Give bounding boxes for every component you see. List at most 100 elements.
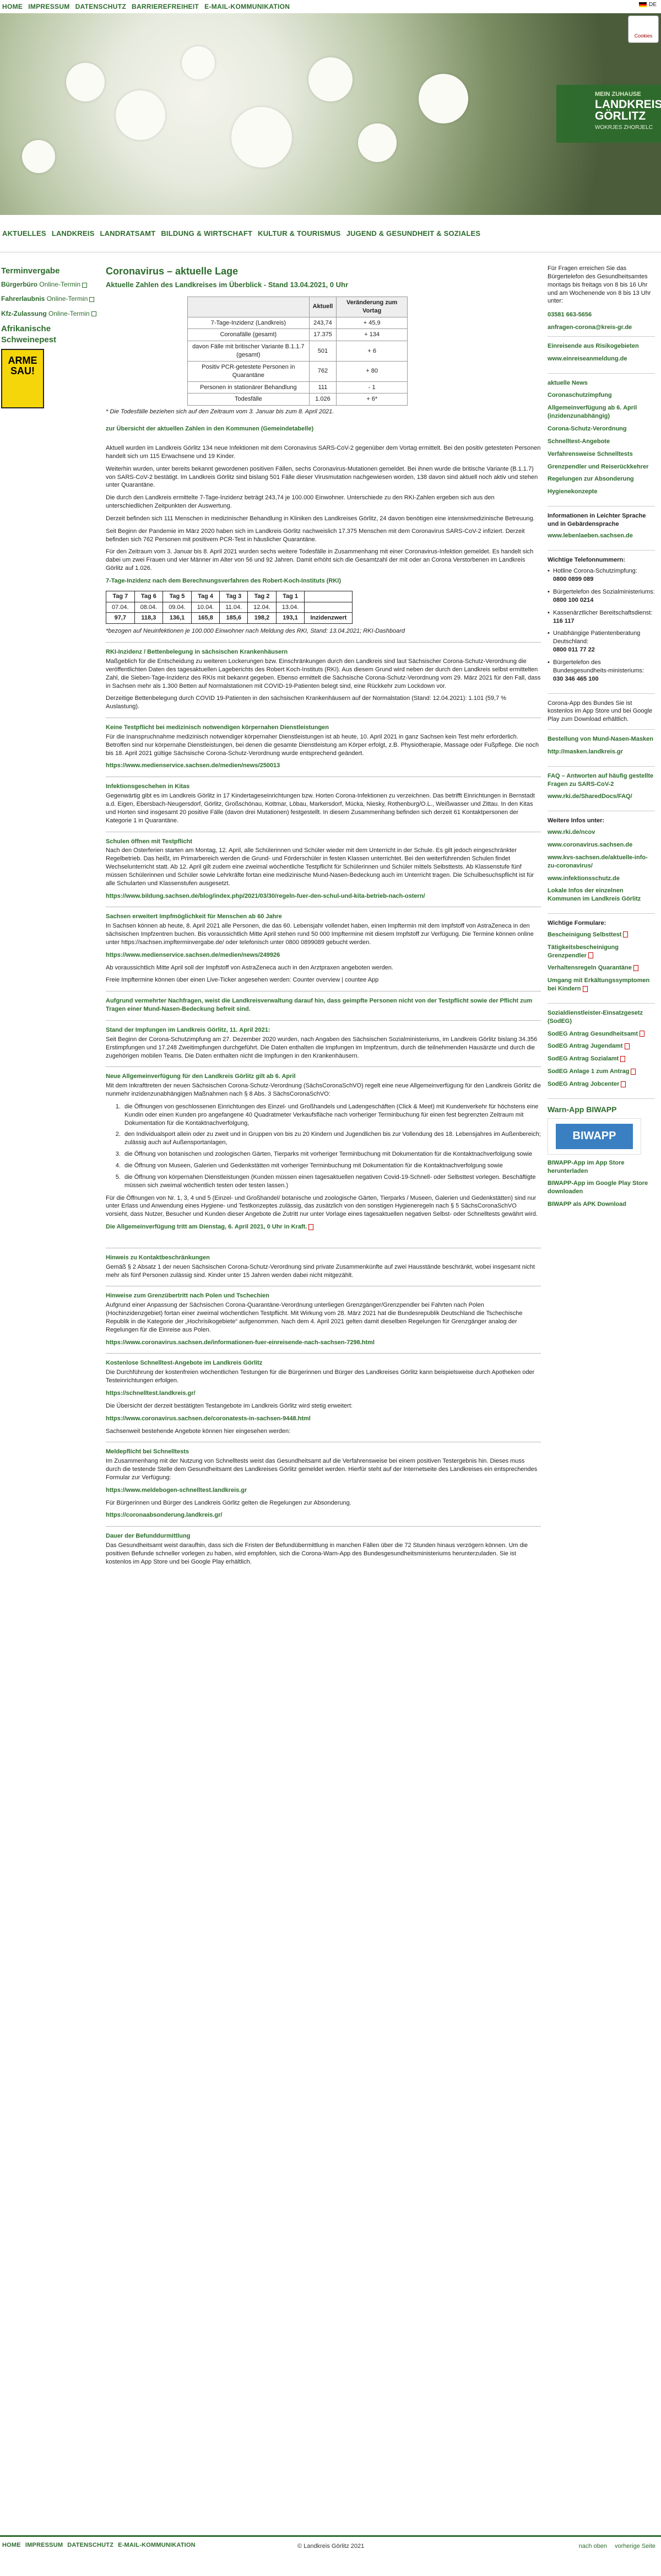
sodeg-link[interactable]: SodEG Antrag Gesundheitsamt bbox=[548, 1030, 655, 1038]
sodeg-link[interactable]: SodEG Antrag Sozialamt bbox=[548, 1055, 655, 1063]
sidebar-link[interactable]: Grenzpendler und Reiserückkehrer bbox=[548, 463, 655, 471]
arme-sau-banner[interactable]: ARME SAU! bbox=[1, 349, 44, 409]
inzidenz-cell: Tag 7 bbox=[106, 590, 135, 602]
table-cell: 111 bbox=[308, 381, 337, 394]
nav-jugend[interactable]: JUGEND & GESUNDHEIT & SOZIALES bbox=[346, 229, 481, 239]
nav-landkreis[interactable]: LANDKREIS bbox=[52, 229, 95, 239]
nav-bildung[interactable]: BILDUNG & WIRTSCHAFT bbox=[161, 229, 252, 239]
news-link[interactable]: https://www.coronavirus.sachsen.de/infor… bbox=[106, 1339, 375, 1346]
sidebar-link[interactable]: aktuelle News bbox=[548, 379, 655, 387]
inzidenz-cell: 13.04. bbox=[275, 601, 305, 613]
top-link-impressum[interactable]: IMPRESSUM bbox=[28, 2, 69, 11]
nav-kultur[interactable]: KULTUR & TOURISMUS bbox=[258, 229, 340, 239]
sodeg-link[interactable]: SodEG Antrag Jugendamt bbox=[548, 1042, 655, 1050]
language-selector[interactable]: DE bbox=[639, 1, 657, 9]
faq-link[interactable]: www.rki.de/SharedDocs/FAQ/ bbox=[548, 793, 655, 801]
form-link[interactable]: Bescheinigung Selbsttest bbox=[548, 931, 655, 939]
sodeg-link[interactable]: SodEG Anlage 1 zum Antrag bbox=[548, 1068, 655, 1076]
news-link[interactable]: https://www.medienservice.sachsen.de/med… bbox=[106, 952, 280, 958]
risk-link[interactable]: www.einreiseanmeldung.de bbox=[548, 355, 655, 363]
hotline-mail[interactable]: anfragen-corona@kreis-gr.de bbox=[548, 324, 655, 332]
sidebar-link[interactable]: Regelungen zur Absonderung bbox=[548, 475, 655, 483]
form-link[interactable]: Umgang mit Erkältungssymptomen bei Kinde… bbox=[548, 977, 655, 993]
info-link[interactable]: www.kvs-sachsen.de/aktuelle-info-zu-coro… bbox=[548, 854, 655, 870]
sidebar-link[interactable]: Hygienekonzepte bbox=[548, 488, 655, 496]
previous-page-link[interactable]: vorherige Seite bbox=[615, 2542, 655, 2551]
phone-number[interactable]: 0800 0899 089 bbox=[553, 576, 593, 583]
blossom-image bbox=[182, 46, 215, 79]
phone-number[interactable]: 0800 011 77 22 bbox=[553, 646, 595, 653]
sidebar-link[interactable]: Corona-Schutz-Verordnung bbox=[548, 425, 655, 433]
info-link[interactable]: www.lebenlaeben.sachsen.de bbox=[548, 532, 655, 540]
inzidenz-title: 7-Tage-Inzidenz nach dem Berechnungsverf… bbox=[106, 577, 342, 584]
top-link-barrierefreiheit[interactable]: BARRIEREFREIHEIT bbox=[132, 2, 199, 11]
news-link[interactable]: https://schnelltest.landkreis.gr/ bbox=[106, 1390, 196, 1397]
nav-landratsamt[interactable]: LANDRATSAMT bbox=[100, 229, 155, 239]
sidebar-link[interactable]: Allgemeinverfügung ab 6. April (inzidenz… bbox=[548, 404, 655, 421]
termin-fahrerlaubnis[interactable]: Fahrerlaubnis Online-Termin bbox=[1, 294, 97, 303]
footer-link-home[interactable]: HOME bbox=[2, 2541, 21, 2550]
sodeg-link[interactable]: SodEG Antrag Jobcenter bbox=[548, 1080, 655, 1088]
phone-number[interactable]: 116 117 bbox=[553, 618, 575, 624]
sidebar-link[interactable]: Schnelltest-Angebote bbox=[548, 438, 655, 446]
termin-buergerbuero[interactable]: Bürgerbüro Online-Termin bbox=[1, 280, 97, 289]
top-link-datenschutz[interactable]: DATENSCHUTZ bbox=[75, 2, 126, 11]
biwapp-link[interactable]: BIWAPP-App im App Store herunterladen bbox=[548, 1159, 655, 1176]
news-link[interactable]: https://www.bildung.sachsen.de/blog/inde… bbox=[106, 893, 425, 899]
landkreis-logo[interactable]: MEIN ZUHAUSE LANDKREIS GÖRLITZ WOKRJES Z… bbox=[556, 85, 661, 143]
list-item: die Öffnung von botanischen und zoologis… bbox=[122, 1150, 541, 1158]
form-link[interactable]: Tätigkeitsbescheinigung Grenzpendler bbox=[548, 944, 655, 960]
termin-kfz[interactable]: Kfz-Zulassung Online-Termin bbox=[1, 309, 97, 318]
info-link[interactable]: Lokale Infos der einzelnen Kommunen im L… bbox=[548, 887, 655, 903]
corona-numbers-table: Aktuell Veränderung zum Vortag 7-Tage-Inz… bbox=[187, 296, 408, 406]
allgemeinverfuegung-link[interactable]: Die Allgemeinverfügung tritt am Dienstag… bbox=[106, 1224, 307, 1230]
inzidenz-cell: 97,7 bbox=[106, 612, 135, 624]
top-link-home[interactable]: HOME bbox=[2, 2, 23, 11]
hotline-phone[interactable]: 03581 663-5656 bbox=[548, 311, 655, 319]
news-heading: Infektionsgeschehen in Kitas bbox=[106, 783, 190, 790]
footer-link-email[interactable]: E-MAIL-KOMMUNIKATION bbox=[118, 2541, 196, 2550]
news-block: Dauer der Befunddurmittlung Das Gesundhei… bbox=[106, 1526, 541, 1566]
gemeinde-table-link[interactable]: zur Übersicht der aktuellen Zahlen in de… bbox=[106, 425, 313, 432]
phone-label: Bürgertelefon des Sozialministeriums: bbox=[553, 589, 655, 596]
news-link[interactable]: https://coronaabsonderung.landkreis.gr/ bbox=[106, 1512, 222, 1518]
table-cell: + 134 bbox=[336, 328, 408, 342]
table-cell: Todesfälle bbox=[187, 393, 310, 406]
news-link[interactable]: https://www.medienservice.sachsen.de/med… bbox=[106, 762, 280, 769]
footer-link-impressum[interactable]: IMPRESSUM bbox=[25, 2541, 63, 2550]
news-text: Sachsenweit bestehende Angebote können h… bbox=[106, 1427, 291, 1435]
nav-aktuelles[interactable]: AKTUELLES bbox=[2, 229, 46, 239]
news-heading: Meldepflicht bei Schnelltests bbox=[106, 1448, 189, 1456]
sidebar-link[interactable]: Coronaschutzimpfung bbox=[548, 391, 655, 400]
blossom-image bbox=[231, 107, 292, 168]
news-link[interactable]: https://www.meldebogen-schnelltest.landk… bbox=[106, 1487, 247, 1494]
risk-title[interactable]: Einreisende aus Risikogebieten bbox=[548, 342, 655, 351]
news-link[interactable]: https://www.coronavirus.sachsen.de/coron… bbox=[106, 1415, 311, 1422]
phone-number[interactable]: 030 346 465 100 bbox=[553, 676, 599, 682]
top-link-email[interactable]: E-MAIL-KOMMUNIKATION bbox=[204, 2, 290, 11]
info-link[interactable]: www.rki.de/ncov bbox=[548, 828, 655, 837]
paragraph: Seit Beginn der Pandemie im März 2020 ha… bbox=[106, 527, 525, 543]
sodeg-link[interactable]: Sozialdienstleister-Einsatzgesetz (SodEG… bbox=[548, 1009, 655, 1026]
biwapp-logo[interactable]: BIWAPP bbox=[548, 1118, 641, 1155]
info-link[interactable]: www.infektionsschutz.de bbox=[548, 875, 655, 883]
inzidenz-cell bbox=[304, 601, 353, 613]
logo-line-3: GÖRLITZ bbox=[595, 109, 646, 122]
sidebar-link[interactable]: Verfahrensweise Schnelltests bbox=[548, 450, 655, 459]
form-link[interactable]: Verhaltensregeln Quarantäne bbox=[548, 964, 655, 972]
biwapp-link[interactable]: BIWAPP-App im Google Play Store download… bbox=[548, 1179, 655, 1196]
back-to-top-link[interactable]: nach oben bbox=[579, 2542, 607, 2551]
language-label: DE bbox=[649, 2, 657, 8]
numbers-title: Aktuelle Zahlen des Landkreises im Überb… bbox=[106, 281, 349, 289]
cookie-settings-button[interactable]: Cookies bbox=[628, 15, 659, 43]
mund-link[interactable]: http://masken.landkreis.gr bbox=[548, 748, 655, 756]
info-link[interactable]: www.coronavirus.sachsen.de bbox=[548, 841, 655, 849]
app-text: Corona-App des Bundes Sie ist kostenlos … bbox=[548, 699, 653, 723]
mund-title[interactable]: Bestellung von Mund-Nasen-Masken bbox=[548, 735, 655, 743]
inzidenz-cell: 118,3 bbox=[134, 612, 164, 624]
list-item: die Öffnung von Museen, Galerien und Ged… bbox=[122, 1162, 541, 1170]
faq-title[interactable]: FAQ – Antworten auf häufig gestellte Fra… bbox=[548, 772, 655, 789]
biwapp-link[interactable]: BIWAPP als APK Download bbox=[548, 1200, 655, 1209]
footer-link-datenschutz[interactable]: DATENSCHUTZ bbox=[67, 2541, 113, 2550]
phone-number[interactable]: 0800 100 0214 bbox=[553, 597, 593, 603]
